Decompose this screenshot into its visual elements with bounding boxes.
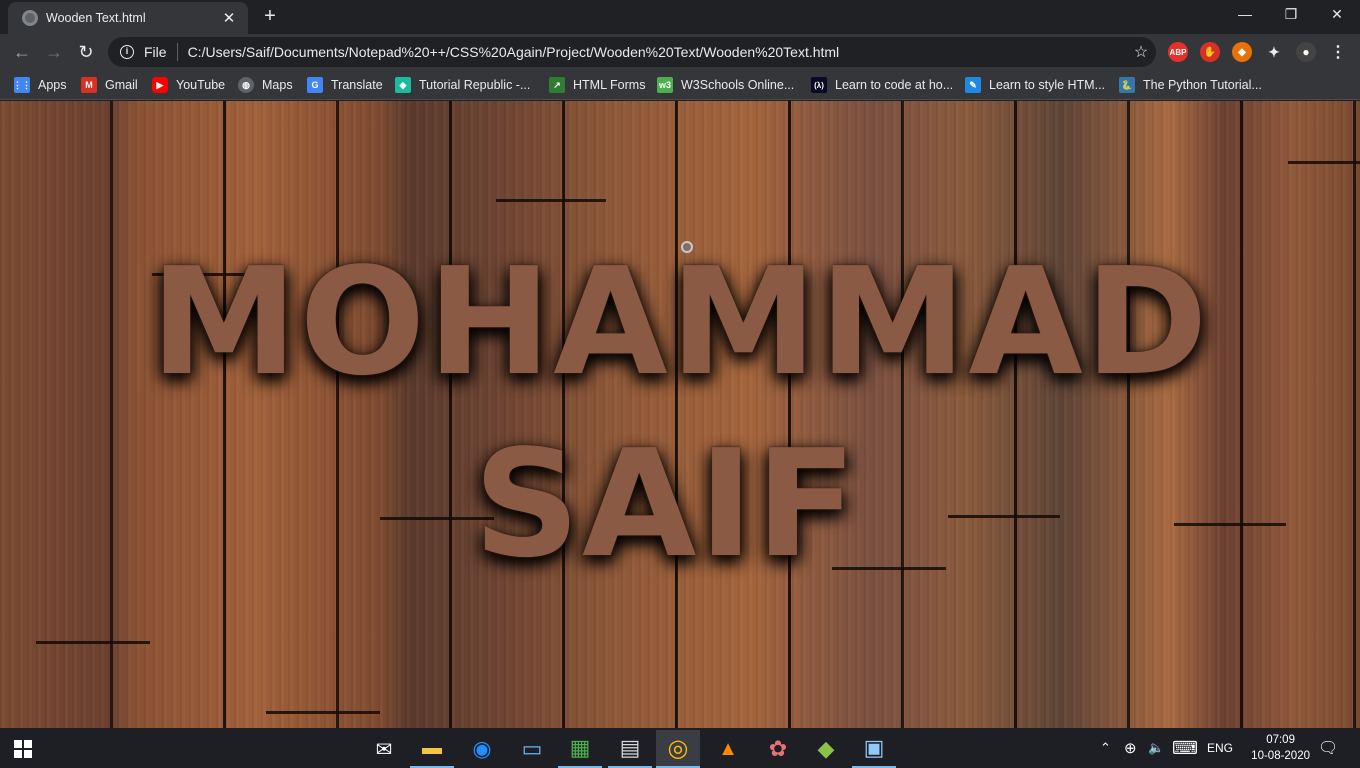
url-scheme-label: File (144, 44, 167, 60)
clock[interactable]: 07:09 10-08-2020 (1251, 732, 1310, 764)
calendar-app-icon[interactable]: ▤ (608, 730, 652, 768)
language-indicator[interactable]: ENG (1207, 728, 1233, 768)
bookmark-label: Learn to style HTM... (989, 78, 1106, 92)
page-viewport: MOHAMMAD SAIF (0, 101, 1360, 728)
bookmark-label: Gmail (105, 78, 138, 92)
minimize-button[interactable]: — (1222, 0, 1268, 30)
restore-button[interactable]: ❐ (1268, 0, 1314, 30)
keyboard-icon[interactable]: ⌨ (1172, 728, 1198, 768)
wood-grain-texture (0, 101, 1360, 728)
bookmark-youtube[interactable]: ▶ YouTube (152, 75, 225, 95)
charts-app-icon[interactable]: ▦ (558, 730, 602, 768)
style-html-icon: ✎ (965, 77, 981, 93)
address-bar[interactable]: i File C:/Users/Saif/Documents/Notepad%2… (108, 37, 1156, 67)
clock-time: 07:09 (1266, 734, 1295, 746)
paint-icon[interactable]: ✿ (756, 730, 800, 768)
plank-seam (266, 711, 380, 714)
mail-icon[interactable]: ✉ (362, 730, 406, 768)
bookmark-label: YouTube (176, 78, 226, 92)
windows-taskbar: ✉ ▬ ◉ ▭ ▦ ▤ ◎ ▲ ✿ ◆ ▣ ⌃ ⊕ 🔈 ⌨ ENG 07:09 … (0, 728, 1360, 768)
tutorial-republic-icon: ◆ (395, 77, 411, 93)
tab-close-icon[interactable]: ✕ (220, 9, 238, 27)
new-tab-button[interactable]: + (258, 5, 282, 29)
profile-avatar-icon[interactable]: ● (1296, 42, 1316, 62)
clock-date: 10-08-2020 (1251, 750, 1310, 762)
bookmark-label: HTML Forms (573, 78, 646, 92)
python-icon: 🐍 (1119, 77, 1135, 93)
w3schools-icon: w3 (657, 77, 673, 93)
tab-wooden-text[interactable]: Wooden Text.html ✕ (8, 2, 248, 34)
bookmark-translate[interactable]: G Translate (307, 75, 383, 95)
bookmark-style-html[interactable]: ✎ Learn to style HTM... (965, 75, 1105, 95)
network-icon[interactable]: ⊕ (1124, 728, 1137, 768)
plank-seam (496, 199, 606, 202)
page-favicon-icon (22, 10, 38, 26)
bookmark-gmail[interactable]: M Gmail (81, 75, 138, 95)
translate-icon: G (307, 77, 323, 93)
bookmark-apps[interactable]: ⋮⋮ Apps (13, 75, 67, 95)
reload-button[interactable]: ↻ (72, 38, 100, 66)
file-explorer-icon[interactable]: ▬ (410, 730, 454, 768)
wooden-text-line-1: MOHAMMAD (150, 236, 1210, 408)
freecodecamp-icon: (λ) (811, 77, 827, 93)
tray-chevron-icon[interactable]: ⌃ (1100, 728, 1111, 768)
back-button[interactable]: ← (8, 38, 36, 66)
bookmark-label: Apps (38, 78, 67, 92)
youtube-icon: ▶ (152, 77, 168, 93)
puzzle-icon[interactable]: ✦ (1264, 42, 1284, 62)
windows-start-icon[interactable] (14, 740, 32, 758)
bookmark-label: Maps (262, 78, 293, 92)
site-info-icon[interactable]: i (120, 45, 134, 59)
bookmark-tutorial-republic[interactable]: ◆ Tutorial Republic -... (395, 75, 530, 95)
computer-icon[interactable]: ▭ (510, 730, 554, 768)
bookmark-label: The Python Tutorial... (1143, 78, 1262, 92)
bookmark-python-tutorial[interactable]: 🐍 The Python Tutorial... (1119, 75, 1262, 95)
gmail-icon: M (81, 77, 97, 93)
plank-seam (36, 641, 150, 644)
fox-icon[interactable]: ◆ (1232, 42, 1252, 62)
bookmark-html-forms[interactable]: ↗ HTML Forms (549, 75, 645, 95)
apps-grid-icon: ⋮⋮ (13, 77, 31, 93)
chrome-icon[interactable]: ◎ (656, 730, 700, 768)
html-forms-icon: ↗ (549, 77, 565, 93)
bookmark-w3schools[interactable]: w3 W3Schools Online... (657, 75, 794, 95)
tab-strip: Wooden Text.html ✕ + — ❐ ✕ (0, 0, 1360, 34)
browser-toolbar: ← → ↻ i File C:/Users/Saif/Documents/Not… (0, 34, 1360, 70)
notifications-icon[interactable]: 🗨 (1318, 728, 1338, 768)
tab-title: Wooden Text.html (46, 11, 146, 25)
adblock-plus-icon[interactable]: ABP (1168, 42, 1188, 62)
edge-icon[interactable]: ◉ (460, 730, 504, 768)
bookmark-label: Learn to code at ho... (835, 78, 954, 92)
chrome-menu-icon[interactable]: ⋮ (1328, 42, 1348, 62)
url-separator (176, 43, 178, 61)
bookmark-freecodecamp[interactable]: (λ) Learn to code at ho... (811, 75, 953, 95)
bookmark-label: Translate (331, 78, 383, 92)
bookmark-label: Tutorial Republic -... (419, 78, 531, 92)
plank-seam (1288, 161, 1360, 164)
volume-icon[interactable]: 🔈 (1148, 728, 1164, 768)
hand-stop-icon[interactable]: ✋ (1200, 42, 1220, 62)
bookmark-star-icon[interactable]: ☆ (1126, 42, 1156, 62)
wooden-text-line-2: SAIF (473, 418, 859, 590)
bookmark-label: W3Schools Online... (681, 78, 795, 92)
bookmarks-bar: ⋮⋮ Apps M Gmail ▶ YouTube ◍ Maps G Translate … (0, 70, 1360, 100)
close-window-button[interactable]: ✕ (1314, 0, 1360, 30)
git-icon[interactable]: ◆ (804, 730, 848, 768)
forward-button[interactable]: → (40, 38, 68, 66)
globe-icon: ◍ (238, 77, 254, 93)
vlc-icon[interactable]: ▲ (706, 730, 750, 768)
url-text[interactable]: C:/Users/Saif/Documents/Notepad%20++/CSS… (188, 44, 1126, 60)
bookmark-maps[interactable]: ◍ Maps (238, 75, 293, 95)
mouse-cursor-icon (681, 241, 693, 253)
python-idle-icon[interactable]: ▣ (852, 730, 896, 768)
